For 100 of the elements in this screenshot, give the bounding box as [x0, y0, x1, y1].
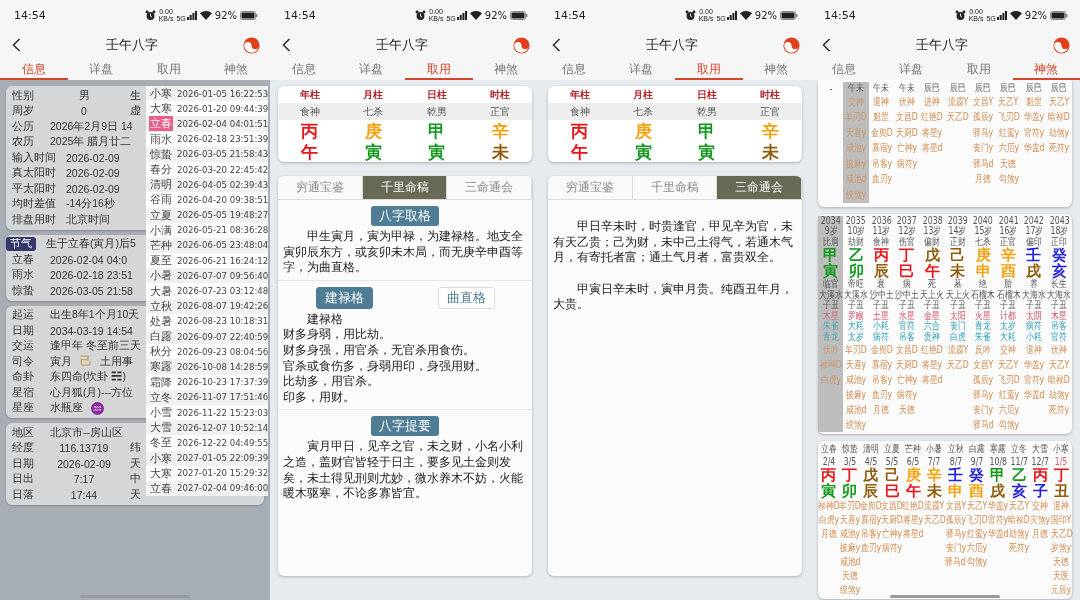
menu-item[interactable]: 立秋 2026-08-07 19:42:26 [146, 298, 268, 314]
menu-item[interactable]: 大雪 2026-12-07 10:52:14 [146, 420, 268, 436]
menu-item[interactable]: 小寒 2026-01-05 16:22:53 [146, 86, 268, 102]
tab[interactable]: 取用 [675, 60, 743, 80]
tab[interactable]: 信息 [810, 60, 878, 80]
menu-item[interactable]: 小雪 2026-11-22 15:23:03 [146, 404, 268, 421]
menu-item[interactable]: 秋分 2026-09-23 08:04:56 [146, 344, 268, 360]
menu-item[interactable]: 谷雨 2026-04-20 09:38:51 [146, 192, 268, 208]
branch-char: 卯 [847, 263, 865, 279]
tab[interactable]: 详盘 [877, 60, 945, 80]
battery-icon [780, 10, 798, 20]
table-cell-text: 罗睺 [847, 310, 865, 321]
tab[interactable]: 取用 [405, 60, 473, 80]
stem-char: 戊 [923, 247, 941, 263]
menu-item[interactable]: 白露 2026-09-07 22:40:59 [146, 329, 268, 345]
tab[interactable]: 神煞 [202, 60, 270, 80]
book-tab[interactable]: 千里命稿 [362, 176, 448, 199]
yin-yang-icon[interactable] [243, 36, 260, 54]
menu-item[interactable]: 处暑 2026-08-23 10:18:31 [146, 313, 268, 329]
back-icon[interactable] [282, 38, 291, 52]
menu-item[interactable]: 立冬 2026-11-07 17:51:46 [146, 389, 268, 405]
menu-item[interactable]: 大暑 2026-07-23 03:12:48 [146, 283, 268, 299]
table-cell: 天上火 [919, 289, 945, 300]
menu-item[interactable]: 小满 2026-05-21 08:36:28 [146, 222, 268, 238]
table-cell-text: 小暑 [925, 443, 944, 455]
table-cell-text: 孤辰y [945, 513, 966, 527]
menu-item[interactable]: 霜降 2026-10-23 17:37:39 [146, 374, 268, 390]
table-cell-text: 7/7 [928, 455, 941, 467]
menu-item[interactable]: 立春 2026-02-04 04:01:51 [146, 116, 268, 132]
table-cell-text: 绞煞y [845, 417, 868, 432]
tab[interactable]: 详盘 [607, 60, 675, 80]
table-cell-text: 劫煞y [1048, 125, 1071, 140]
table-cell-text: 5/5 [884, 455, 900, 467]
text-line: 官杀或食伤多，身弱用印，身强用财。 [283, 358, 488, 375]
menu-item[interactable]: 小暑 2026-07-07 09:56:40 [146, 268, 268, 284]
wifi-icon [1009, 10, 1022, 20]
tab[interactable]: 详盘 [67, 60, 135, 80]
stem-char: 壬 [947, 467, 965, 483]
book-tab[interactable]: 穷通宝鉴 [278, 176, 363, 199]
menu-item[interactable]: 春分 2026-03-20 22:45:42 [146, 161, 268, 178]
back-icon[interactable] [822, 38, 831, 52]
table-cell: 血刃y [860, 541, 882, 555]
menu-item[interactable]: 夏至 2026-06-21 16:24:12 [146, 253, 268, 269]
field-label: 日落 [12, 487, 35, 502]
tab[interactable]: 信息 [270, 60, 338, 80]
book-tab[interactable]: 千里命稿 [632, 176, 718, 199]
back-icon[interactable] [12, 38, 21, 52]
pattern-chip[interactable]: 曲直格 [437, 286, 495, 309]
table-cell-text: 辰巳 [974, 82, 992, 94]
field-value: 男 [77, 88, 91, 103]
table-cell-text: 吊客y [870, 372, 893, 387]
branch-char: 寅 [822, 263, 840, 279]
back-icon[interactable] [552, 38, 561, 52]
table-cell: 流霞Y [923, 499, 945, 513]
menu-item[interactable]: 冬至 2026-12-22 04:49:55 [146, 435, 268, 451]
stem-char: 甲 [427, 120, 447, 143]
table-cell-text: 青龙 [974, 321, 992, 332]
menu-item[interactable]: 雨水 2026-02-18 23:51:39 [146, 131, 268, 147]
stem-char: 丁 [898, 247, 916, 263]
table-cell-text: 丧门 [948, 321, 967, 332]
table-cell: 金舆D [860, 499, 882, 513]
text-line: 财多身强，用官杀，无官杀用食伤。 [283, 342, 476, 359]
tab[interactable]: 取用 [135, 60, 203, 80]
table-cell-text: 天喜y [845, 357, 868, 372]
menu-item[interactable]: 大寒 2026-01-20 09:44:39 [146, 101, 268, 117]
table-cell: 咸池d [839, 555, 861, 569]
book-tab[interactable]: 三命通会 [447, 176, 532, 199]
table-cell-text: 寡宿y [870, 141, 893, 156]
table-cell-text: 寒露 [989, 443, 1007, 455]
table-cell-text: 病符 [1025, 321, 1043, 332]
table-cell-text: 天乙Y [997, 357, 1020, 372]
tab[interactable]: 取用 [945, 60, 1013, 80]
table-cell-text: 2037 [895, 215, 918, 226]
menu-item[interactable]: 清明 2026-04-05 02:39:43 [146, 177, 268, 193]
branch-char: 午 [923, 263, 941, 279]
menu-item[interactable]: 大寒 2027-01-20 15:29:32 [146, 465, 268, 481]
table-cell-text: 天德 [840, 569, 859, 583]
table-cell-text: 子丑 [1025, 300, 1042, 311]
yin-yang-icon[interactable] [783, 36, 800, 54]
menu-item[interactable]: 芒种 2026-06-05 23:48:04 [146, 237, 268, 254]
stem-char: 丁 [841, 467, 859, 483]
menu-item[interactable]: 惊蛰 2026-03-05 21:58:43 [146, 146, 268, 162]
branch-char: 丑 [1052, 483, 1070, 499]
menu-item[interactable]: 寒露 2026-10-08 14:28:59 [146, 359, 268, 375]
table-cell: 天乙Y [966, 499, 988, 513]
yin-yang-icon[interactable] [1053, 36, 1070, 54]
menu-item[interactable]: 立夏 2026-05-05 19:48:27 [146, 207, 268, 223]
section-heading: 八字提要 [371, 416, 439, 437]
tab[interactable]: 信息 [540, 60, 608, 80]
table-cell-text: 孤辰y [972, 110, 995, 125]
yin-yang-icon[interactable] [513, 36, 530, 54]
tab[interactable]: 详盘 [337, 60, 405, 80]
table-cell-text: 文昌Y [971, 357, 995, 372]
tab[interactable]: 神煞 [472, 60, 540, 80]
menu-item[interactable]: 小寒 2027-01-05 22:09:39 [146, 450, 268, 466]
book-tab[interactable]: 穷通宝鉴 [548, 176, 633, 199]
book-tab[interactable]: 三命通会 [717, 176, 802, 199]
tab[interactable]: 神煞 [742, 60, 810, 80]
menu-item[interactable]: 立春 2027-02-04 09:46:00 [146, 480, 268, 497]
pattern-chip[interactable]: 建禄格 [315, 286, 373, 309]
